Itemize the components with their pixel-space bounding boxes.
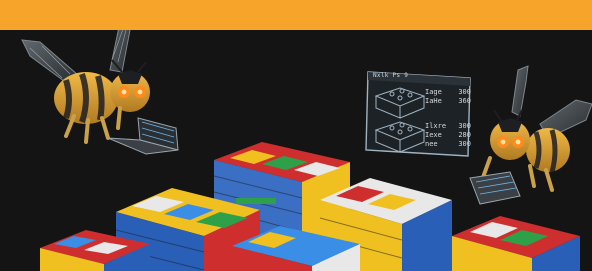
panel-row-value: 300 — [458, 88, 471, 96]
panel-row: Iage 300 — [425, 88, 471, 96]
panel-row-label: IaHe — [425, 97, 442, 105]
panel-row: Iexe 280 — [425, 131, 471, 139]
lego-brick-city — [40, 142, 580, 271]
panel-row-value: 360 — [458, 97, 471, 105]
panel-row-value: 280 — [458, 131, 471, 139]
lego-stack — [452, 216, 580, 271]
panel-row-label: nee — [425, 140, 438, 148]
panel-title: Nxlk Ps 9 — [373, 72, 409, 79]
page: Nxlk Ps 9 Iage 300 IaHe 360 Ilxre 300 Ie… — [0, 0, 592, 271]
right-bee-laptop — [469, 171, 521, 205]
top-bar — [0, 0, 592, 30]
illustration-scene — [21, 30, 592, 271]
panel-row: IaHe 360 — [425, 97, 471, 105]
panel-row-label: Ilxre — [425, 122, 447, 130]
right-bee-top-wing — [511, 65, 529, 117]
panel-row-value: 300 — [458, 122, 471, 130]
panel-row: Ilxre 300 — [425, 122, 471, 130]
right-bee-abdomen — [526, 128, 570, 172]
panel-row-value: 300 — [458, 140, 471, 148]
panel-row-label: Iexe — [425, 131, 442, 139]
panel-row-label: Iage — [425, 88, 442, 96]
panel-row: nee 300 — [425, 140, 471, 148]
left-bee — [21, 30, 179, 155]
stats-panel-text: Nxlk Ps 9 Iage 300 IaHe 360 Ilxre 300 Ie… — [365, 70, 473, 154]
right-bee — [469, 65, 592, 205]
